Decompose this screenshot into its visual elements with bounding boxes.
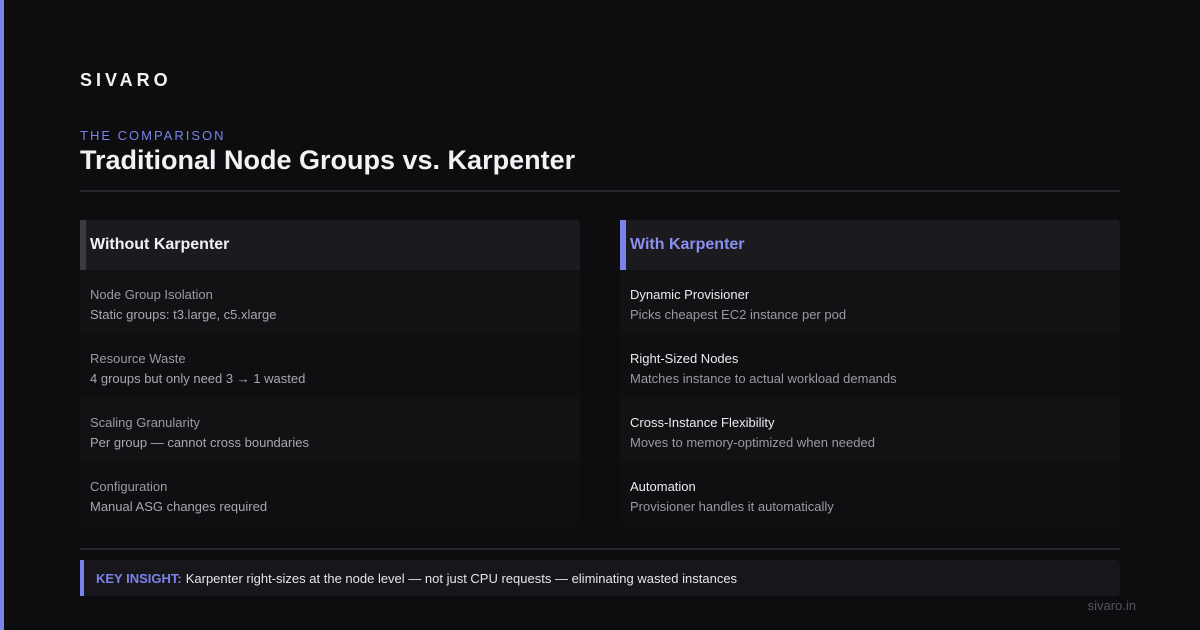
comparison-row: Resource Waste 4 groups but only need 3 … <box>80 334 580 398</box>
row-label: Right-Sized Nodes <box>630 351 739 366</box>
divider-top <box>80 190 1120 192</box>
key-insight-callout: KEY INSIGHT: Karpenter right-sizes at th… <box>80 560 1120 596</box>
row-label: Node Group Isolation <box>90 287 213 302</box>
row-label: Automation <box>630 479 696 494</box>
with-karpenter-column: With Karpenter Dynamic Provisioner Picks… <box>620 220 1120 526</box>
row-value: Moves to memory-optimized when needed <box>630 435 875 450</box>
with-karpenter-rows: Dynamic Provisioner Picks cheapest EC2 i… <box>620 270 1120 526</box>
row-value: Matches instance to actual workload dema… <box>630 371 897 386</box>
row-label: Scaling Granularity <box>90 415 200 430</box>
section-eyebrow: THE COMPARISON <box>80 128 226 143</box>
comparison-row: Dynamic Provisioner Picks cheapest EC2 i… <box>620 270 1120 334</box>
key-insight-label: KEY INSIGHT: <box>96 570 182 586</box>
page-title: Traditional Node Groups vs. Karpenter <box>80 145 576 175</box>
row-value: Provisioner handles it automatically <box>630 499 834 514</box>
comparison-row: Scaling Granularity Per group — cannot c… <box>80 398 580 462</box>
comparison-row: Automation Provisioner handles it automa… <box>620 462 1120 526</box>
without-karpenter-heading: Without Karpenter <box>80 220 580 270</box>
row-value: Picks cheapest EC2 instance per pod <box>630 307 847 322</box>
footer-url: sivaro.in <box>1087 598 1136 613</box>
without-karpenter-rows: Node Group Isolation Static groups: t3.l… <box>80 270 580 526</box>
key-insight-text: Karpenter right-sizes at the node level … <box>185 570 738 586</box>
row-label: Cross-Instance Flexibility <box>630 415 775 430</box>
with-karpenter-heading: With Karpenter <box>620 220 1120 270</box>
row-value: Manual ASG changes required <box>90 499 268 514</box>
comparison-row: Node Group Isolation Static groups: t3.l… <box>80 270 580 334</box>
without-karpenter-column: Without Karpenter Node Group Isolation S… <box>80 220 580 526</box>
row-label: Resource Waste <box>90 351 186 366</box>
row-value: Per group — cannot cross boundaries <box>90 435 309 450</box>
accent-stripe <box>0 0 4 630</box>
divider-bottom <box>80 548 1120 550</box>
row-label: Configuration <box>90 479 168 494</box>
row-value: Static groups: t3.large, c5.xlarge <box>90 307 277 322</box>
row-label: Dynamic Provisioner <box>630 287 750 302</box>
comparison-row: Configuration Manual ASG changes require… <box>80 462 580 526</box>
brand-logo: SIVARO <box>80 70 172 90</box>
comparison-row: Right-Sized Nodes Matches instance to ac… <box>620 334 1120 398</box>
row-value: 4 groups but only need 3 → 1 wasted <box>90 371 306 386</box>
comparison-row: Cross-Instance Flexibility Moves to memo… <box>620 398 1120 462</box>
